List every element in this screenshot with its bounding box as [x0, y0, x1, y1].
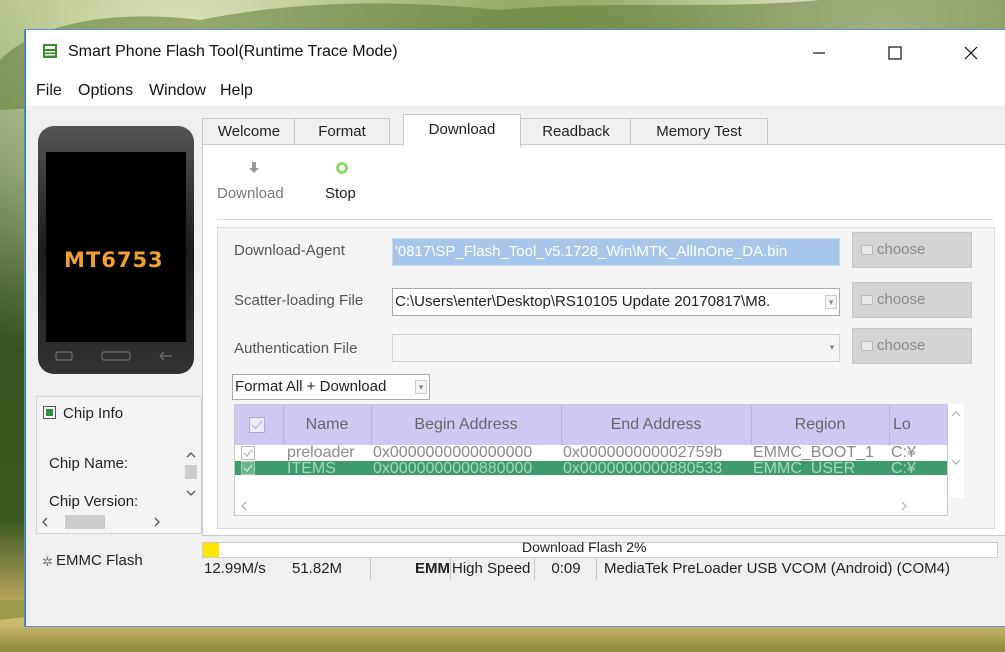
- chevron-down-icon: ▾: [829, 342, 835, 352]
- status-port: MediaTek PreLoader USB VCOM (Android) (C…: [598, 558, 1005, 580]
- download-agent-label: Download-Agent: [234, 242, 345, 259]
- progress-fill: [203, 543, 219, 557]
- checkbox-icon: [861, 245, 873, 256]
- header-region: Region: [751, 405, 890, 445]
- row-name: preloader: [287, 445, 355, 461]
- chip-info-icon: [43, 406, 56, 419]
- download-mode-select[interactable]: Format All + Download ▾: [232, 374, 430, 400]
- flash-tool-icon: [43, 44, 57, 58]
- download-mode-value: Format All + Download: [235, 378, 387, 395]
- title-bar[interactable]: Smart Phone Flash Tool(Runtime Trace Mod…: [26, 30, 1005, 76]
- status-size: 51.82M: [282, 558, 371, 580]
- download-tab-panel: Download Stop Download-Agent '0817\SP_Fl…: [202, 144, 1005, 536]
- row-end: 0x000000000002759b: [563, 445, 723, 461]
- choose-label: choose: [877, 291, 926, 308]
- check-icon[interactable]: [241, 446, 255, 460]
- tab-format[interactable]: Format: [294, 118, 390, 145]
- status-storage: EMM: [372, 558, 451, 580]
- checkbox-icon: [861, 341, 873, 352]
- chip-model-label: MT6753: [64, 248, 164, 272]
- menu-options[interactable]: Options: [78, 82, 133, 100]
- maximize-icon[interactable]: [872, 30, 918, 76]
- menu-file[interactable]: File: [36, 82, 62, 100]
- scatter-file-label: Scatter-loading File: [234, 292, 364, 309]
- scatter-file-choose-button[interactable]: choose: [852, 282, 972, 318]
- table-row[interactable]: preloader 0x0000000000000000 0x000000000…: [235, 445, 947, 461]
- auth-file-choose-button[interactable]: choose: [852, 328, 972, 364]
- status-time: 0:09: [536, 558, 597, 580]
- row-begin: 0x0000000000000000: [373, 445, 533, 461]
- gear-icon: ✲: [42, 554, 53, 569]
- table-vscroll[interactable]: [948, 404, 964, 498]
- download-agent-field[interactable]: '0817\SP_Flash_Tool_v5.1728_Win\MTK_AllI…: [392, 238, 840, 266]
- download-button[interactable]: Download: [217, 157, 299, 213]
- chip-info-vscroll[interactable]: [183, 447, 199, 517]
- menu-help[interactable]: Help: [220, 82, 253, 100]
- header-location: Lo: [893, 416, 911, 433]
- storage-label: EMMC Flash: [56, 552, 143, 569]
- scatter-file-select[interactable]: C:\Users\enter\Desktop\RS10105 Update 20…: [392, 288, 840, 316]
- row-region: EMMC_USER: [753, 461, 856, 475]
- row-location: C:¥: [891, 445, 916, 461]
- choose-label: choose: [877, 241, 926, 258]
- header-begin-address: Begin Address: [371, 405, 562, 445]
- table-row[interactable]: ITEMS 0x0000000000880000 0x0000000000880…: [235, 461, 947, 475]
- table-hscroll[interactable]: [234, 498, 946, 514]
- row-end: 0x0000000000880533: [563, 461, 723, 475]
- chip-version-label: Chip Version:: [49, 493, 139, 509]
- menu-bar: File Options Window Help: [26, 76, 1005, 106]
- row-name: ITEMS: [287, 461, 336, 475]
- auth-file-select[interactable]: ▾: [392, 334, 840, 362]
- scatter-file-value: C:\Users\enter\Desktop\RS10105 Update 20…: [395, 293, 771, 310]
- choose-label: choose: [877, 337, 926, 354]
- row-begin: 0x0000000000880000: [373, 461, 533, 475]
- row-region: EMMC_BOOT_1: [753, 445, 874, 461]
- menu-window[interactable]: Window: [149, 82, 206, 100]
- stop-icon: [336, 162, 348, 174]
- storage-type: ✲ EMMC Flash: [36, 552, 196, 576]
- checkbox-icon: [861, 295, 873, 306]
- chevron-down-icon: ▾: [825, 295, 837, 309]
- header-select-all[interactable]: [235, 405, 284, 445]
- tab-readback[interactable]: Readback: [520, 118, 632, 145]
- close-icon[interactable]: [948, 30, 994, 76]
- download-form: Download-Agent '0817\SP_Flash_Tool_v5.17…: [217, 227, 995, 529]
- chip-name-label: Chip Name:: [49, 455, 129, 472]
- download-agent-value: '0817\SP_Flash_Tool_v5.1728_Win\MTK_AllI…: [395, 243, 788, 260]
- chip-info-hscroll[interactable]: [37, 513, 183, 531]
- table-header: Name Begin Address End Address Region Lo: [235, 405, 947, 445]
- download-arrow-icon: [249, 162, 259, 173]
- row-location: C:¥: [891, 461, 916, 475]
- toolbar: Download Stop: [217, 157, 993, 220]
- chevron-down-icon: ▾: [415, 380, 427, 394]
- check-icon[interactable]: [241, 461, 255, 475]
- header-end-address: End Address: [561, 405, 752, 445]
- window-title: Smart Phone Flash Tool(Runtime Trace Mod…: [68, 43, 398, 60]
- tab-memory-test[interactable]: Memory Test: [630, 118, 768, 145]
- chip-info-panel: Chip Info Chip Name: Chip Version:: [36, 396, 202, 534]
- progress-label: Download Flash 2%: [522, 539, 647, 555]
- ground: [0, 626, 1005, 652]
- chip-info-title: Chip Info: [63, 405, 124, 422]
- minimize-icon[interactable]: [796, 30, 842, 76]
- tab-download[interactable]: Download: [403, 114, 521, 147]
- download-agent-choose-button[interactable]: choose: [852, 232, 972, 268]
- check-icon: [249, 417, 265, 433]
- download-button-label: Download: [217, 185, 284, 202]
- stop-button-label: Stop: [325, 185, 356, 202]
- status-speed: 12.99M/s: [202, 558, 283, 580]
- status-usb-speed: High Speed: [452, 558, 535, 580]
- tab-welcome[interactable]: Welcome: [202, 118, 296, 145]
- stop-button[interactable]: Stop: [325, 157, 367, 213]
- app-window: Smart Phone Flash Tool(Runtime Trace Mod…: [25, 30, 1005, 626]
- header-name: Name: [283, 405, 372, 445]
- auth-file-label: Authentication File: [234, 340, 358, 357]
